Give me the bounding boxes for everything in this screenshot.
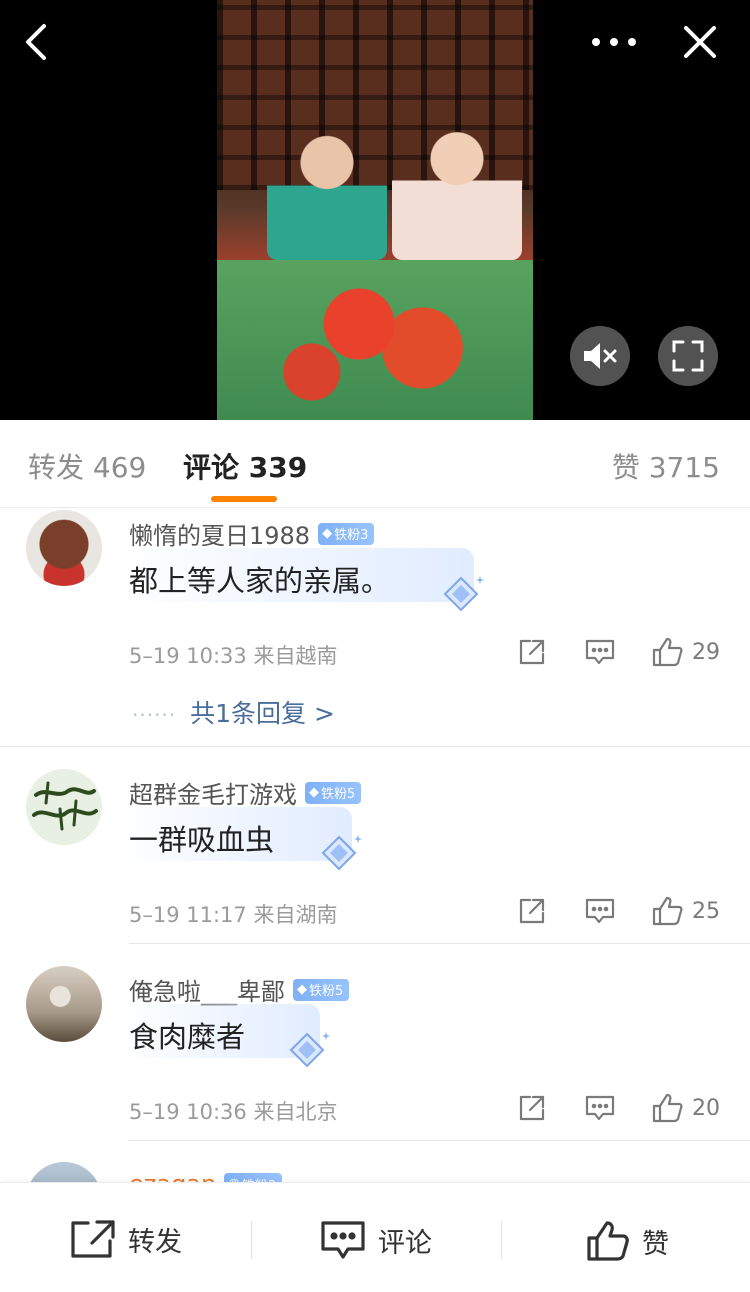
like-count: 25 <box>692 898 720 924</box>
back-arrow-icon[interactable] <box>16 20 56 64</box>
diamond-icon: ◆ <box>309 785 319 800</box>
avatar[interactable] <box>26 510 102 586</box>
comment-bubble-icon <box>321 1221 365 1259</box>
tab-comment[interactable]: 评论 339 <box>183 446 307 486</box>
video-table-flowers <box>217 260 533 420</box>
bottom-divider <box>501 1221 502 1259</box>
like-comment-button[interactable]: 29 <box>652 636 720 668</box>
reply-comment-button[interactable] <box>585 897 615 925</box>
fullscreen-button[interactable] <box>658 326 718 386</box>
comment-meta: 5–19 11:17 来自湖南 <box>129 903 338 927</box>
reply-dots: ······ <box>132 703 177 727</box>
bottom-divider <box>251 1221 252 1259</box>
diamond-decoration-icon <box>321 835 362 871</box>
username[interactable]: 懒惰的夏日1988 <box>129 516 310 551</box>
comment-tabs: 转发 469 评论 339 赞 3715 <box>0 420 750 508</box>
avatar[interactable] <box>26 769 102 845</box>
like-count: 29 <box>692 639 720 665</box>
share-icon <box>71 1220 115 1258</box>
diamond-icon: ◆ <box>322 526 333 541</box>
comment-text: 食肉糜者 <box>129 1020 246 1054</box>
comment-divider <box>0 746 750 747</box>
comment-text: 一群吸血虫 <box>129 823 275 857</box>
comment-bubble-icon <box>585 1095 615 1121</box>
username[interactable]: 俺急啦___卑鄙 <box>129 972 285 1007</box>
comment-divider <box>129 1140 750 1141</box>
reply-comment-button[interactable] <box>585 1094 615 1122</box>
avatar-calligraphy-icon <box>32 781 98 831</box>
close-icon[interactable] <box>678 20 722 64</box>
comment-divider <box>129 943 750 944</box>
diamond-decoration-icon <box>289 1032 330 1068</box>
comment-bubble-icon <box>585 898 615 924</box>
comment-text: 都上等人家的亲属。 <box>129 564 391 598</box>
fan-badge: ◆ 铁粉5 <box>293 978 350 1001</box>
share-icon <box>519 1095 545 1121</box>
tab-like[interactable]: 赞 3715 <box>612 446 720 486</box>
share-icon <box>519 898 545 924</box>
fan-badge: ◆ 铁粉3 <box>318 522 375 545</box>
comment-bubble-icon <box>585 639 615 665</box>
comment-meta: 5–19 10:36 来自北京 <box>129 1100 338 1124</box>
username-row: 超群金毛打游戏 ◆ 铁粉5 <box>129 775 362 810</box>
repost-button[interactable]: 转发 <box>70 1219 182 1259</box>
username-row: 俺急啦___卑鄙 ◆ 铁粉5 <box>129 972 350 1007</box>
diamond-icon: ◆ <box>297 982 307 997</box>
bottom-action-bar: 转发 评论 赞 <box>0 1182 750 1292</box>
tab-repost[interactable]: 转发 469 <box>28 446 146 486</box>
share-comment-button[interactable] <box>518 638 546 666</box>
like-button[interactable]: 赞 <box>586 1219 669 1263</box>
username[interactable]: 超群金毛打游戏 <box>129 775 297 810</box>
like-count: 20 <box>692 1095 720 1121</box>
username-row: 懒惰的夏日1988 ◆ 铁粉3 <box>129 516 375 551</box>
diamond-decoration-icon <box>443 576 484 612</box>
more-dots-icon[interactable] <box>588 24 640 60</box>
like-comment-button[interactable]: 20 <box>652 1092 720 1124</box>
active-tab-indicator <box>211 496 277 502</box>
reply-comment-button[interactable] <box>585 638 615 666</box>
avatar[interactable] <box>26 966 102 1042</box>
comment-meta: 5–19 10:33 来自越南 <box>129 644 338 668</box>
video-person-left <box>267 130 387 260</box>
share-icon <box>519 639 545 665</box>
video-person-right <box>392 125 522 260</box>
mute-button[interactable] <box>570 326 630 386</box>
like-comment-button[interactable]: 25 <box>652 895 720 927</box>
view-replies-link[interactable]: ······ 共1条回复 > <box>132 694 335 730</box>
thumbs-up-icon <box>652 637 683 667</box>
comment-button[interactable]: 评论 <box>320 1219 432 1261</box>
share-comment-button[interactable] <box>518 1094 546 1122</box>
mute-icon <box>584 343 617 369</box>
video-player[interactable] <box>0 0 750 420</box>
video-frame[interactable] <box>217 0 533 420</box>
fullscreen-icon <box>672 340 704 372</box>
thumbs-up-icon <box>652 896 683 926</box>
share-comment-button[interactable] <box>518 897 546 925</box>
fan-badge: ◆ 铁粉5 <box>305 781 362 804</box>
thumbs-up-icon <box>652 1093 683 1123</box>
thumbs-up-icon <box>587 1221 629 1261</box>
